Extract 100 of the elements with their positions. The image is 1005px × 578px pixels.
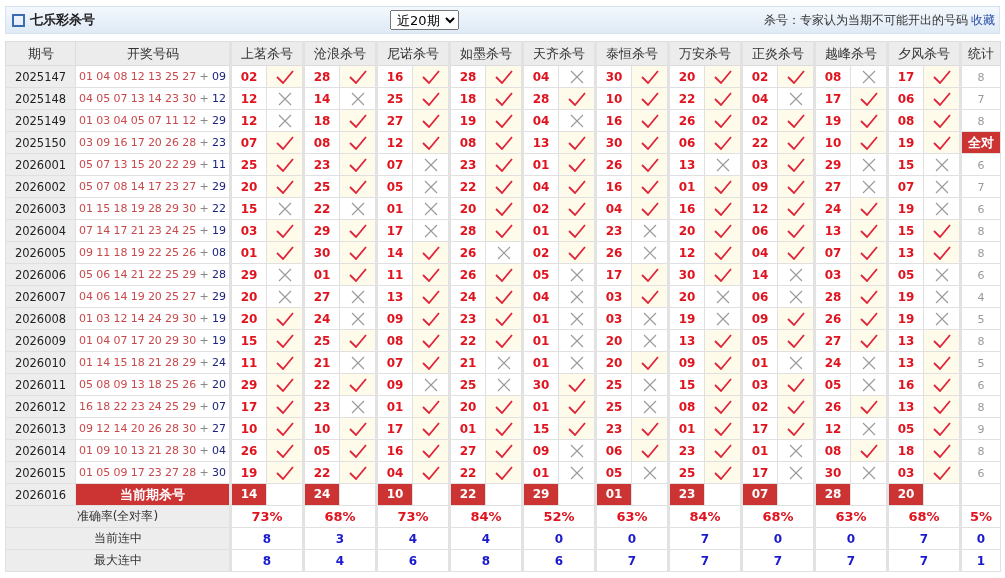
pick-number: 13	[887, 241, 924, 264]
bonus-number: 29	[211, 180, 226, 193]
pick-number: 09	[376, 307, 413, 330]
main-number: 21	[147, 356, 162, 369]
pick-number: 29	[230, 373, 267, 396]
pick-number: 22	[303, 461, 340, 484]
pick-number: 08	[303, 131, 340, 154]
column-header: 开奖号码	[75, 41, 231, 66]
bonus-number: 30	[211, 466, 226, 479]
pick-number: 13	[814, 219, 851, 242]
current-pick-number: 14	[232, 484, 266, 505]
pick-number: 25	[668, 461, 705, 484]
main-number: 06	[96, 268, 111, 281]
square-icon	[12, 13, 25, 27]
pick-number: 04	[741, 87, 778, 110]
pick-number: 05	[522, 263, 559, 286]
main-number: 08	[113, 70, 128, 83]
pick-number: 24	[814, 351, 851, 374]
main-number: 25	[165, 70, 180, 83]
pick-number: 17	[230, 395, 267, 418]
main-number: 18	[96, 400, 111, 413]
issue-cell: 2026007	[5, 285, 76, 308]
bonus-number: 27	[211, 422, 226, 435]
main-number: 26	[182, 246, 197, 259]
pick-number: 23	[595, 219, 632, 242]
pick-number: 20	[449, 395, 486, 418]
pick-number: 13	[668, 329, 705, 352]
pick-number: 01	[522, 461, 559, 484]
pick-number: 01	[668, 417, 705, 440]
main-number: 20	[147, 334, 162, 347]
main-number: 29	[182, 356, 197, 369]
pick-number: 12	[741, 197, 778, 220]
main-number: 05	[79, 158, 93, 171]
stat-count: 6	[977, 466, 985, 480]
pick-number: 02	[230, 65, 267, 88]
bonus-number: 22	[211, 202, 226, 215]
issue-cell: 2026001	[5, 153, 76, 176]
main-number: 05	[96, 466, 111, 479]
pick-number: 17	[741, 417, 778, 440]
issue-cell: 2025148	[5, 87, 76, 110]
bookmark-link[interactable]: 收藏	[971, 11, 995, 29]
pick-number: 13	[887, 329, 924, 352]
main-number: 28	[147, 202, 162, 215]
summary-value: 3	[335, 531, 345, 546]
pick-number: 04	[522, 175, 559, 198]
column-header: 上茗杀号	[230, 41, 304, 66]
summary-label: 最大连中	[5, 549, 231, 572]
plus-sign: +	[199, 378, 209, 391]
issue-cell: 2026014	[5, 439, 76, 462]
main-number: 14	[96, 224, 111, 237]
issue-cell: 2026006	[5, 263, 76, 286]
main-number: 19	[130, 202, 145, 215]
summary-value: 6	[408, 553, 418, 568]
issue-cell: 2026012	[5, 395, 76, 418]
plus-sign: +	[199, 466, 209, 479]
summary-value: 7	[773, 553, 783, 568]
main-number: 23	[147, 224, 162, 237]
main-number: 13	[113, 158, 128, 171]
period-select[interactable]: 近20期	[390, 10, 459, 30]
main-number: 17	[130, 136, 145, 149]
pick-number: 28	[449, 65, 486, 88]
main-number: 05	[96, 92, 111, 105]
main-number: 11	[165, 114, 180, 127]
pick-number: 18	[887, 439, 924, 462]
main-number: 09	[113, 378, 128, 391]
pick-number: 03	[887, 461, 924, 484]
pick-number: 08	[814, 65, 851, 88]
column-header: 天齐杀号	[522, 41, 596, 66]
main-number: 09	[96, 444, 111, 457]
main-number: 17	[130, 466, 145, 479]
plus-sign: +	[199, 334, 209, 347]
pick-number: 22	[303, 197, 340, 220]
pick-number: 12	[376, 131, 413, 154]
pick-number: 11	[230, 351, 267, 374]
main-number: 08	[96, 378, 111, 391]
main-number: 29	[182, 400, 197, 413]
pick-number: 21	[449, 351, 486, 374]
main-number: 09	[79, 422, 93, 435]
pick-number: 08	[668, 395, 705, 418]
main-number: 12	[113, 312, 128, 325]
pick-number: 17	[376, 417, 413, 440]
pick-number: 01	[376, 395, 413, 418]
main-number: 18	[113, 202, 128, 215]
summary-value: 4	[481, 531, 491, 546]
pick-number: 19	[887, 285, 924, 308]
main-number: 03	[79, 136, 93, 149]
pick-number: 29	[303, 219, 340, 242]
bonus-number: 12	[211, 92, 226, 105]
stat-count: 8	[977, 246, 985, 260]
column-header: 期号	[5, 41, 76, 66]
main-number: 01	[79, 334, 93, 347]
main-number: 16	[113, 136, 128, 149]
pick-number: 09	[741, 175, 778, 198]
pick-number: 26	[449, 263, 486, 286]
pick-number: 16	[595, 175, 632, 198]
current-pick-number: 07	[743, 484, 777, 505]
main-number: 09	[113, 466, 128, 479]
pick-number: 07	[376, 153, 413, 176]
main-number: 13	[130, 444, 145, 457]
summary-label: 当前连中	[5, 527, 231, 550]
